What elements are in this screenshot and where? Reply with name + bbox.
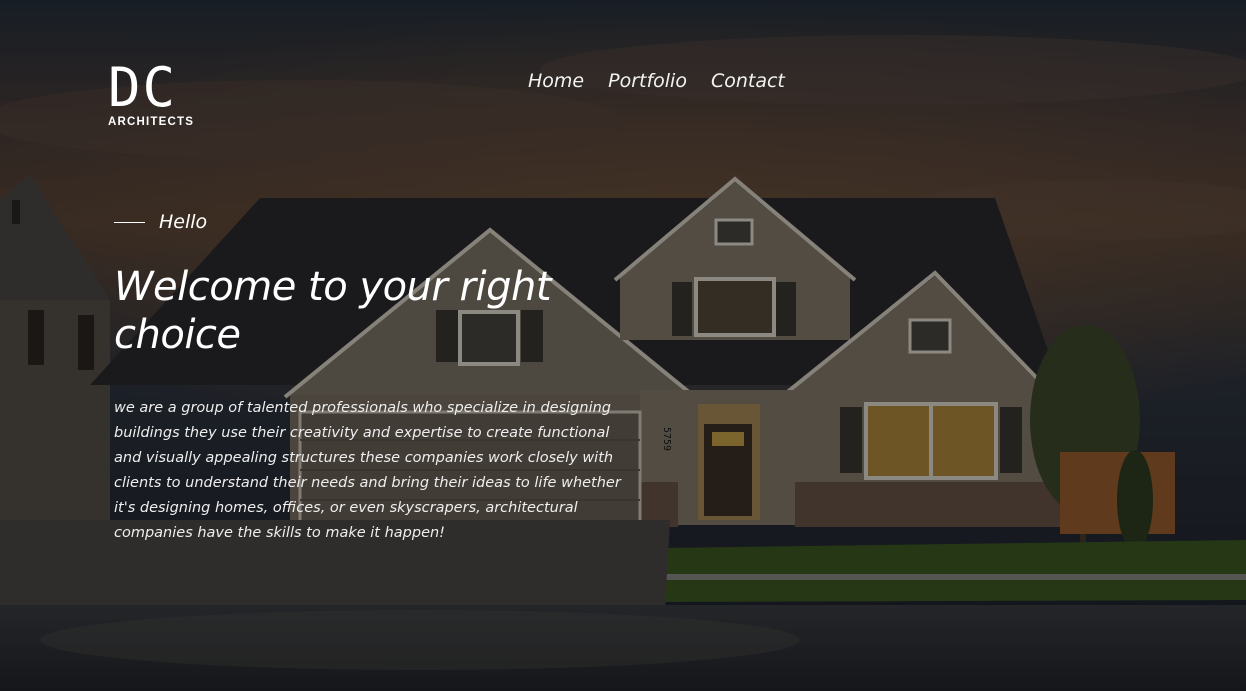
nav-link-contact[interactable]: Contact (711, 70, 785, 92)
main-nav: Home Portfolio Contact (528, 70, 785, 92)
nav-link-portfolio[interactable]: Portfolio (608, 70, 687, 92)
logo-mark: DC (108, 56, 178, 119)
hero-eyebrow: Hello (114, 211, 207, 233)
nav-link-home[interactable]: Home (528, 70, 584, 92)
hero-section: 5759 DC ARCHITECTS Home Portfolio Contac… (0, 0, 1246, 691)
hero-description: we are a group of talented professionals… (114, 400, 621, 541)
brand-logo[interactable]: DC ARCHITECTS (108, 56, 204, 129)
eyebrow-text: Hello (159, 211, 208, 233)
eyebrow-divider (114, 221, 145, 223)
hero-title: Welcome to your right choice (114, 264, 552, 358)
logo-subtitle: ARCHITECTS (108, 116, 195, 128)
